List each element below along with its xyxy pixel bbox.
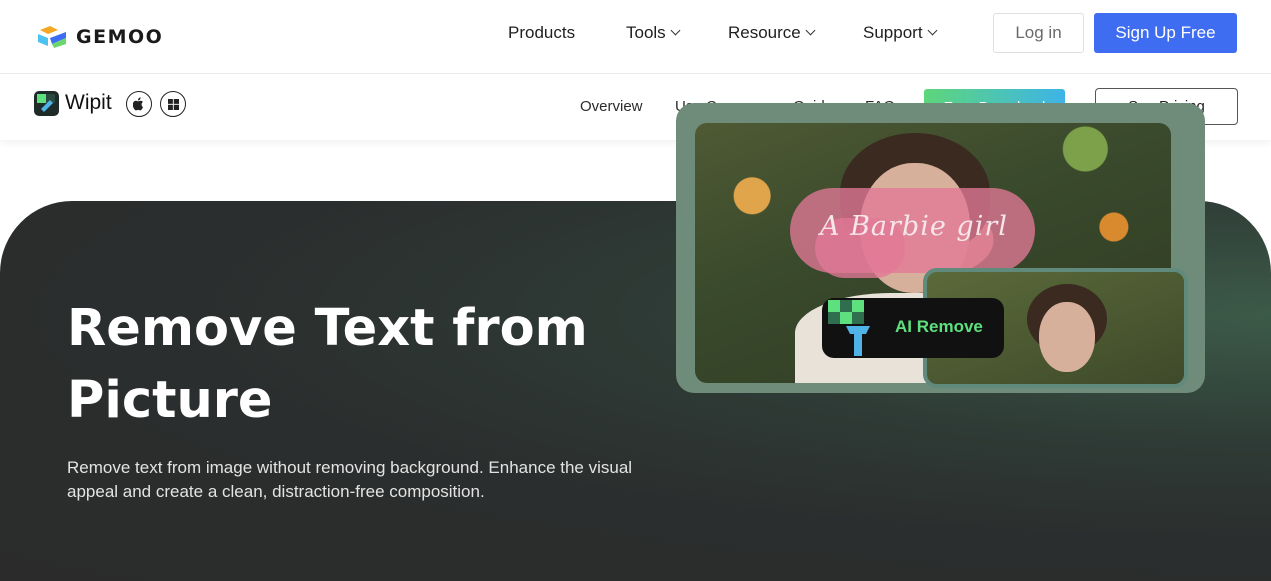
windows-icon[interactable]: [160, 91, 186, 117]
chevron-down-icon: [927, 25, 937, 36]
login-button[interactable]: Log in: [993, 13, 1084, 53]
image-overlay-text: A Barbie girl: [820, 211, 1008, 242]
nav-item-resource[interactable]: Resource: [728, 22, 816, 44]
nav-item-label: Support: [863, 23, 923, 42]
ai-remove-label: AI Remove: [895, 317, 983, 336]
eraser-icon: [828, 300, 870, 356]
nav-item-label: Resource: [728, 23, 801, 42]
subnav-overview[interactable]: Overview: [580, 98, 643, 115]
chevron-down-icon: [805, 25, 816, 36]
wipit-app-icon[interactable]: [34, 91, 59, 116]
apple-icon[interactable]: [126, 91, 152, 117]
nav-item-label: Products: [508, 23, 576, 42]
nav-item-label: Tools: [626, 23, 666, 42]
chevron-down-icon: [670, 25, 681, 36]
hero-description: Remove text from image without removing …: [67, 458, 633, 501]
ai-remove-badge: AI Remove: [822, 298, 1004, 358]
product-name[interactable]: Wipit: [65, 91, 112, 115]
signup-button[interactable]: Sign Up Free: [1094, 13, 1237, 53]
nav-item-products[interactable]: Products: [508, 22, 575, 44]
brand-name: GEMOO: [76, 26, 164, 48]
subnav-label: Overview: [580, 98, 643, 115]
thumbnail-face: [1039, 302, 1095, 372]
nav-item-tools[interactable]: Tools: [626, 22, 681, 44]
gemoo-logo[interactable]: GEMOO: [36, 24, 163, 50]
hero-title-line-2: Picture: [67, 371, 273, 430]
nav-item-support[interactable]: Support: [863, 22, 937, 44]
top-navigation: GEMOO Products Tools Resource Support Lo…: [0, 0, 1271, 74]
hero-title-line-1: Remove Text from: [67, 299, 588, 358]
hero-title: Remove Text from Picture: [67, 293, 627, 437]
gemoo-logo-icon: [38, 26, 66, 48]
